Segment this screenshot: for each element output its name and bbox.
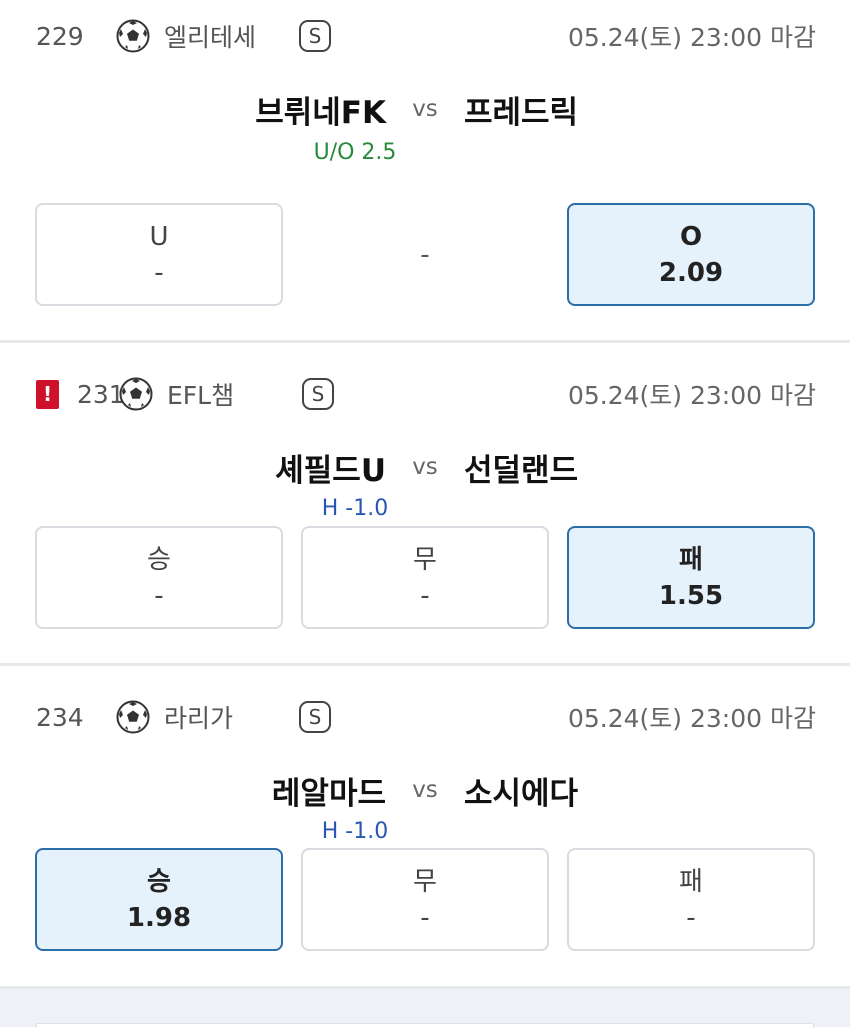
odds-label: O [679, 221, 703, 252]
odds-label: U [149, 221, 169, 252]
handicap-label: H -1.0 [321, 819, 389, 844]
odds-label: 패 [679, 544, 703, 575]
odds-value: - [686, 902, 696, 933]
odds-button-win[interactable]: 승 1.98 [35, 848, 283, 951]
soccer-ball-icon [116, 700, 150, 734]
odds-button-draw[interactable]: 무 - [301, 848, 549, 951]
odds-value: - [420, 902, 430, 933]
teams-row: 레알마드 vs 소시에다 [0, 765, 850, 815]
match-number: 234 [36, 702, 84, 732]
odds-button-lose[interactable]: 패 - [567, 848, 815, 951]
home-team: 레알마드 [271, 775, 386, 812]
odds-label: 승 [147, 544, 171, 575]
deadline-text: 05.24(토) 23:00 마감 [567, 23, 816, 52]
league-name: 라리가 [164, 704, 234, 733]
home-team: 브뤼네FK [255, 94, 386, 131]
vs-label: vs [412, 777, 438, 803]
vs-label: vs [412, 454, 438, 480]
match-card-229: 229 엘리테세 S 05.24(토) 23:00 마감 브뤼네FK vs 프레… [0, 0, 850, 340]
handicap-label: H -1.0 [321, 496, 389, 521]
odds-label: 무 [413, 544, 437, 575]
teams-row: 셰필드U vs 선덜랜드 [0, 442, 850, 492]
odds-value: - [154, 580, 164, 611]
match-number: 231 [77, 379, 125, 409]
special-badge: S [299, 701, 331, 733]
odds-button-draw[interactable]: 무 - [301, 526, 549, 629]
match-header: 234 라리가 S 05.24(토) 23:00 마감 [36, 697, 816, 737]
warning-badge: ! [36, 379, 59, 409]
away-team: 프레드릭 [464, 94, 579, 131]
next-section-edge [0, 986, 850, 1028]
middle-placeholder: - [420, 239, 430, 270]
odds-button-win[interactable]: 승 - [35, 526, 283, 629]
odds-button-lose[interactable]: 패 1.55 [567, 526, 815, 629]
deadline-text: 05.24(토) 23:00 마감 [567, 704, 816, 733]
match-header: 229 엘리테세 S 05.24(토) 23:00 마감 [36, 16, 816, 56]
deadline-text: 05.24(토) 23:00 마감 [567, 381, 816, 410]
away-team: 소시에다 [464, 775, 579, 812]
odds-value: 1.98 [126, 902, 192, 933]
odds-button-under[interactable]: U - [35, 203, 283, 306]
odds-label: 무 [413, 866, 437, 897]
soccer-ball-icon [119, 377, 153, 411]
odds-button-over[interactable]: O 2.09 [567, 203, 815, 306]
odds-value: - [420, 580, 430, 611]
special-badge: S [302, 378, 334, 410]
handicap-label: U/O 2.5 [313, 140, 397, 165]
odds-value: 1.55 [658, 580, 724, 611]
league-name: 엘리테세 [164, 23, 257, 52]
match-header: ! 231 EFL챔 S 05.24(토) 23:00 마감 [36, 374, 816, 414]
odds-label: 승 [147, 866, 171, 897]
away-team: 선덜랜드 [464, 452, 579, 489]
odds-value: - [154, 257, 164, 288]
special-badge: S [299, 20, 331, 52]
vs-label: vs [412, 96, 438, 122]
odds-value: 2.09 [658, 257, 724, 288]
match-number: 229 [36, 21, 84, 51]
teams-row: 브뤼네FK vs 프레드릭 [0, 84, 850, 134]
home-team: 셰필드U [275, 452, 386, 489]
soccer-ball-icon [116, 19, 150, 53]
league-name: EFL챔 [167, 381, 235, 410]
odds-label: 패 [679, 866, 703, 897]
